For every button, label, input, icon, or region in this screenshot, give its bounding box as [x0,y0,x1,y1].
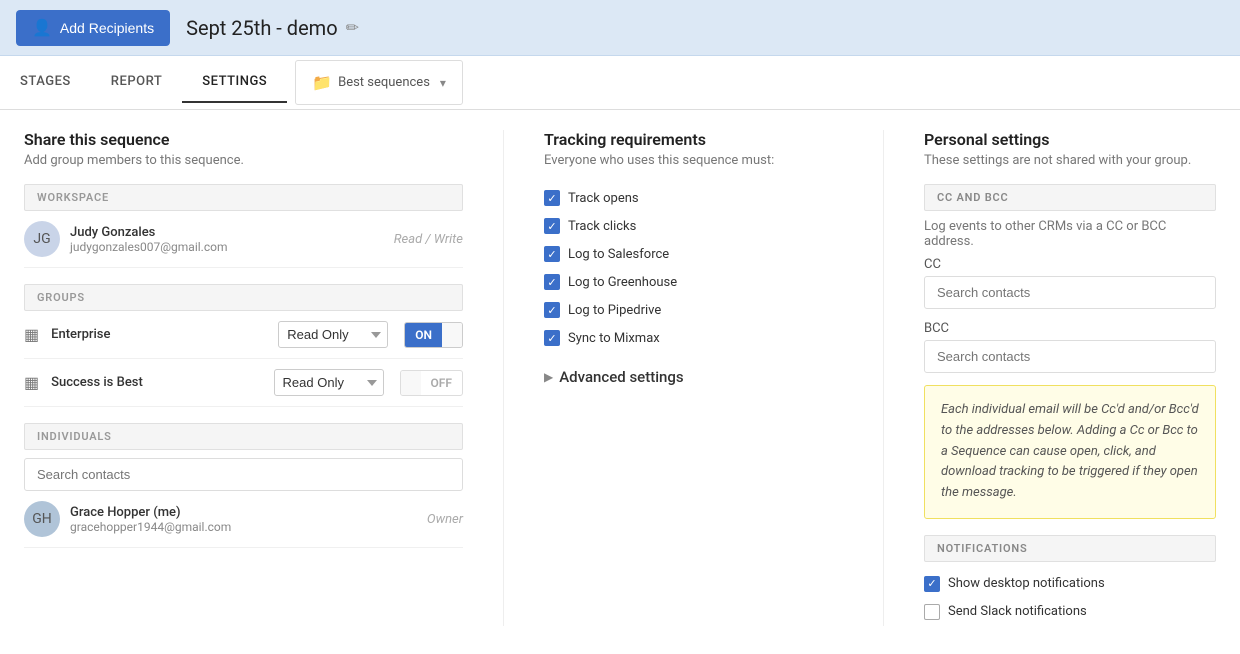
grace-role: Owner [427,512,463,527]
judy-email: judygonzales007@gmail.com [70,240,394,254]
sequence-title-area: Sept 25th - demo ✏ [186,16,359,40]
enterprise-toggle-off[interactable] [442,323,462,347]
workspace-section: WORKSPACE JG Judy Gonzales judygonzales0… [24,184,463,268]
success-toggle-off[interactable]: OFF [421,371,462,395]
enterprise-group-row: ▦ Enterprise Read Only Read / Write ON [24,311,463,359]
share-subtitle: Add group members to this sequence. [24,153,463,168]
track-opens-checkbox[interactable] [544,190,560,206]
edit-icon[interactable]: ✏ [346,18,359,37]
enterprise-name: Enterprise [51,327,270,342]
bcc-search-input[interactable] [924,340,1216,373]
tracking-column: Tracking requirements Everyone who uses … [504,130,884,626]
personal-title: Personal settings [924,130,1216,149]
slack-notifications-label: Send Slack notifications [948,604,1087,619]
track-clicks-row: Track clicks [544,212,843,240]
share-column: Share this sequence Add group members to… [24,130,504,626]
log-pipedrive-label: Log to Pipedrive [568,303,661,318]
success-toggle-on[interactable] [401,371,421,395]
success-group-icon: ▦ [24,373,39,392]
success-group-row: ▦ Success is Best Read Only Read / Write… [24,359,463,407]
grace-info: Grace Hopper (me) gracehopper1944@gmail.… [70,505,427,534]
notifications-label: NOTIFICATIONS [924,535,1216,562]
success-toggle[interactable]: OFF [400,370,463,396]
slack-notifications-checkbox[interactable] [924,604,940,620]
grace-avatar: GH [24,501,60,537]
main-content: Share this sequence Add group members to… [0,110,1240,646]
log-salesforce-checkbox[interactable] [544,246,560,262]
track-clicks-checkbox[interactable] [544,218,560,234]
grace-email: gracehopper1944@gmail.com [70,520,427,534]
tab-report[interactable]: REPORT [91,62,182,103]
add-recipients-button[interactable]: 👤 Add Recipients [16,10,170,46]
individuals-label: INDIVIDUALS [24,423,463,450]
desktop-notifications-row: Show desktop notifications [924,570,1216,598]
track-opens-row: Track opens [544,184,843,212]
tracking-title: Tracking requirements [544,130,843,149]
log-pipedrive-row: Log to Pipedrive [544,296,843,324]
workspace-label: WORKSPACE [24,184,463,211]
log-greenhouse-label: Log to Greenhouse [568,275,677,290]
success-permission-select[interactable]: Read Only Read / Write [274,369,384,396]
judy-name: Judy Gonzales [70,225,394,240]
grace-user-row: GH Grace Hopper (me) gracehopper1944@gma… [24,491,463,548]
track-opens-label: Track opens [568,191,639,206]
sequence-title-text: Sept 25th - demo [186,16,338,40]
tab-stages[interactable]: STAGES [0,62,91,103]
cc-bcc-warning: Each individual email will be Cc'd and/o… [924,385,1216,519]
desktop-notifications-checkbox[interactable] [924,576,940,592]
arrow-right-icon: ▶ [544,370,553,384]
tab-bar: STAGES REPORT SETTINGS 📁 Best sequences … [0,56,1240,110]
enterprise-toggle[interactable]: ON [404,322,463,348]
track-clicks-label: Track clicks [568,219,636,234]
personal-column: Personal settings These settings are not… [884,130,1216,626]
groups-section: GROUPS ▦ Enterprise Read Only Read / Wri… [24,284,463,407]
cc-bcc-section: CC AND BCC Log events to other CRMs via … [924,184,1216,519]
log-salesforce-row: Log to Salesforce [544,240,843,268]
tracking-subtitle: Everyone who uses this sequence must: [544,153,843,168]
enterprise-permission-select[interactable]: Read Only Read / Write [278,321,388,348]
person-add-icon: 👤 [32,18,52,38]
log-pipedrive-checkbox[interactable] [544,302,560,318]
cc-field-label: CC [924,257,1216,272]
advanced-settings-label: Advanced settings [559,368,683,386]
judy-avatar: JG [24,221,60,257]
judy-info: Judy Gonzales judygonzales007@gmail.com [70,225,394,254]
best-sequences-label: Best sequences [338,75,430,90]
slack-notifications-row: Send Slack notifications [924,598,1216,626]
cc-search-input[interactable] [924,276,1216,309]
cc-bcc-desc: Log events to other CRMs via a CC or BCC… [924,219,1216,249]
sync-mixmax-row: Sync to Mixmax [544,324,843,352]
folder-icon: 📁 [312,73,332,92]
share-title: Share this sequence [24,130,463,149]
advanced-settings-row[interactable]: ▶ Advanced settings [544,368,843,386]
personal-subtitle: These settings are not shared with your … [924,153,1216,168]
individuals-search-input[interactable] [24,458,463,491]
enterprise-toggle-on[interactable]: ON [405,323,442,347]
tab-settings[interactable]: SETTINGS [182,62,287,103]
cc-bcc-label: CC AND BCC [924,184,1216,211]
individuals-section: INDIVIDUALS GH Grace Hopper (me) graceho… [24,423,463,548]
desktop-notifications-label: Show desktop notifications [948,576,1105,591]
sync-mixmax-checkbox[interactable] [544,330,560,346]
judy-role: Read / Write [394,232,463,247]
workspace-user-row: JG Judy Gonzales judygonzales007@gmail.c… [24,211,463,268]
bcc-field-label: BCC [924,321,1216,336]
notifications-section: NOTIFICATIONS Show desktop notifications… [924,535,1216,626]
chevron-down-icon: ▾ [440,76,446,90]
grace-name: Grace Hopper (me) [70,505,427,520]
success-name: Success is Best [51,375,265,390]
log-greenhouse-checkbox[interactable] [544,274,560,290]
add-recipients-label: Add Recipients [60,20,154,36]
tab-best-sequences[interactable]: 📁 Best sequences ▾ [295,60,463,105]
log-greenhouse-row: Log to Greenhouse [544,268,843,296]
tracking-items: Track opens Track clicks Log to Salesfor… [544,184,843,352]
top-header: 👤 Add Recipients Sept 25th - demo ✏ [0,0,1240,56]
log-salesforce-label: Log to Salesforce [568,247,669,262]
sync-mixmax-label: Sync to Mixmax [568,331,660,346]
groups-label: GROUPS [24,284,463,311]
enterprise-group-icon: ▦ [24,325,39,344]
